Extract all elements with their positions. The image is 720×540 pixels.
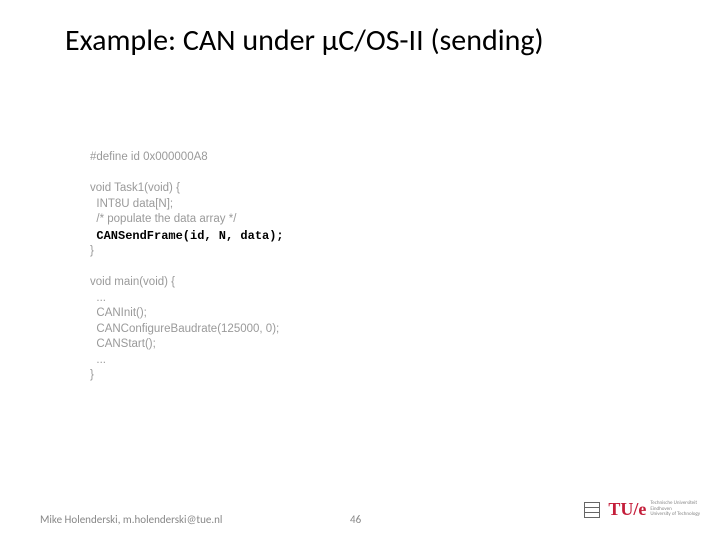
code-line: CANSendFrame(id, N, data); — [90, 230, 284, 242]
code-line: void main(void) { — [90, 276, 175, 288]
slide-title: Example: CAN under μC/OS-II (sending) — [65, 22, 680, 59]
code-line: ... — [90, 354, 106, 366]
tue-logo: TU/e Technische Universiteit Eindhoven U… — [584, 499, 700, 520]
tue-logo-text: TU/e — [608, 499, 646, 520]
footer: Mike Holenderski, m.holenderski@tue.nl 4… — [0, 506, 720, 526]
code-line: } — [90, 369, 94, 381]
code-line: /* populate the data array */ — [90, 213, 236, 225]
code-line: CANStart(); — [90, 338, 156, 350]
code-emphasis: CANSendFrame(id, N, data); — [96, 229, 283, 243]
code-line: #define id 0x000000A8 — [90, 151, 208, 163]
code-line: ... — [90, 292, 106, 304]
code-line: INT8U data[N]; — [90, 198, 173, 210]
code-line: CANConfigureBaudrate(125000, 0); — [90, 323, 279, 335]
slide: Example: CAN under μC/OS-II (sending) #d… — [0, 0, 720, 540]
logo-sub-line: University of Technology — [650, 512, 700, 518]
footer-author: Mike Holenderski, m.holenderski@tue.nl — [40, 513, 222, 526]
page-number: 46 — [350, 513, 361, 526]
code-line: void Task1(void) { — [90, 182, 180, 194]
tue-logo-sub: Technische Universiteit Eindhoven Univer… — [650, 501, 700, 518]
square-grid-icon — [584, 502, 600, 518]
code-line: } — [90, 245, 94, 257]
code-line: CANInit(); — [90, 307, 147, 319]
code-block: #define id 0x000000A8 void Task1(void) {… — [90, 150, 284, 384]
